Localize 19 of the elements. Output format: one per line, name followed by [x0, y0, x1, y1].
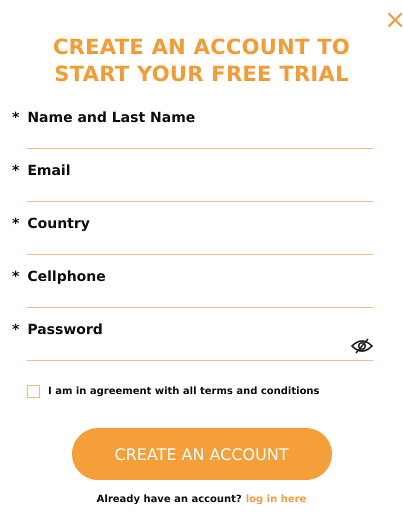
- login-link[interactable]: log in here: [246, 494, 306, 505]
- field-label: Password: [27, 322, 103, 338]
- required-mark: *: [12, 269, 20, 285]
- field-label: Country: [27, 216, 90, 232]
- form-title: CREATE AN ACCOUNT TO START YOUR FREE TRIAL: [52, 34, 352, 88]
- required-mark: *: [12, 216, 20, 232]
- eye-slash-icon[interactable]: [351, 338, 373, 354]
- required-mark: *: [12, 163, 20, 179]
- create-account-button[interactable]: CREATE AN ACCOUNT: [72, 428, 332, 480]
- input-field[interactable]: [27, 338, 373, 361]
- field-label: Name and Last Name: [27, 110, 196, 126]
- agreement-checkbox[interactable]: [27, 385, 40, 398]
- account-prompt: Already have an account?: [96, 494, 242, 505]
- agreement-label: I am in agreement with all terms and conditions: [48, 386, 320, 397]
- close-icon[interactable]: ×: [384, 8, 403, 30]
- required-mark: *: [12, 322, 20, 338]
- field-label: Cellphone: [27, 269, 106, 285]
- required-mark: *: [12, 110, 20, 126]
- field-label: Email: [27, 163, 71, 179]
